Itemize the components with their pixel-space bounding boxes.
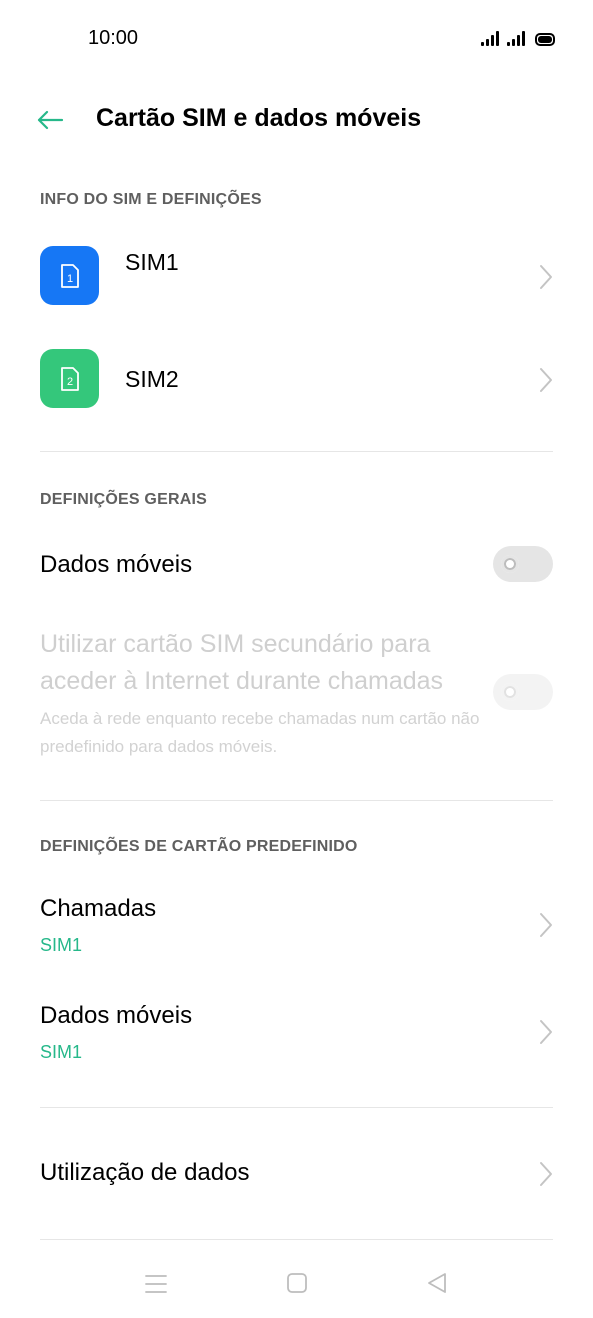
mobile-data-default-value: SIM1 (40, 1042, 83, 1062)
section-header-sim-info: INFO DO SIM E DEFINIÇÕES (40, 191, 262, 208)
calls-label: Chamadas (40, 895, 157, 922)
sim2-card-icon: 2 (40, 349, 99, 408)
menu-icon (145, 1275, 167, 1293)
mobile-data-default-sim-row[interactable]: Dados móveis SIM1 (0, 987, 593, 1077)
svg-text:2: 2 (66, 376, 72, 388)
calls-value: SIM1 (40, 935, 83, 955)
sim1-card-icon: 1 (40, 246, 99, 305)
divider (40, 451, 553, 452)
chevron-right-icon (540, 1162, 552, 1186)
chevron-right-icon (540, 368, 552, 392)
navigation-bar (0, 1250, 593, 1318)
sim1-row[interactable]: 1 SIM1 (0, 231, 593, 321)
calls-default-sim-row[interactable]: Chamadas SIM1 (0, 880, 593, 970)
svg-text:1: 1 (66, 273, 72, 285)
section-header-general: DEFINIÇÕES GERAIS (40, 491, 207, 508)
menu-button[interactable] (136, 1266, 176, 1302)
secondary-sim-toggle[interactable] (493, 674, 553, 710)
data-usage-label: Utilização de dados (40, 1159, 250, 1186)
back-button[interactable] (30, 102, 70, 138)
sim2-label: SIM2 (125, 366, 179, 392)
signal-sim1-icon (481, 30, 499, 46)
status-bar: 10:00 (0, 0, 593, 80)
status-icons (481, 28, 555, 46)
mobile-data-default-label: Dados móveis (40, 1002, 193, 1029)
sim2-row[interactable]: 2 SIM2 (0, 334, 593, 424)
signal-sim2-icon (507, 30, 525, 46)
secondary-sim-description: Aceda à rede enquanto recebe chamadas nu… (40, 709, 480, 756)
home-icon (287, 1273, 307, 1293)
app-header: Cartão SIM e dados móveis (0, 90, 593, 150)
mobile-data-toggle-label: Dados móveis (40, 551, 193, 578)
battery-icon (535, 33, 555, 46)
toggle-knob (501, 555, 519, 573)
secondary-sim-title: Utilizar cartão SIM secundário para aced… (40, 630, 444, 695)
back-arrow-icon (37, 110, 64, 130)
divider (40, 800, 553, 801)
toggle-knob (501, 683, 519, 701)
page-title: Cartão SIM e dados móveis (96, 104, 422, 132)
screen: 10:00 Cartão SIM e dados móveis INFO DO … (0, 0, 593, 1318)
status-time: 10:00 (88, 27, 139, 49)
chevron-right-icon (540, 913, 552, 937)
divider (40, 1107, 553, 1108)
back-icon (428, 1273, 446, 1293)
chevron-right-icon (540, 1020, 552, 1044)
section-header-default-card: DEFINIÇÕES DE CARTÃO PREDEFINIDO (40, 838, 358, 855)
data-usage-row[interactable]: Utilização de dados (0, 1140, 593, 1210)
mobile-data-toggle[interactable] (493, 546, 553, 582)
nav-back-button[interactable] (417, 1266, 457, 1302)
home-button[interactable] (277, 1266, 317, 1302)
sim1-label: SIM1 (125, 249, 179, 275)
chevron-right-icon (540, 265, 552, 289)
divider (40, 1239, 553, 1240)
